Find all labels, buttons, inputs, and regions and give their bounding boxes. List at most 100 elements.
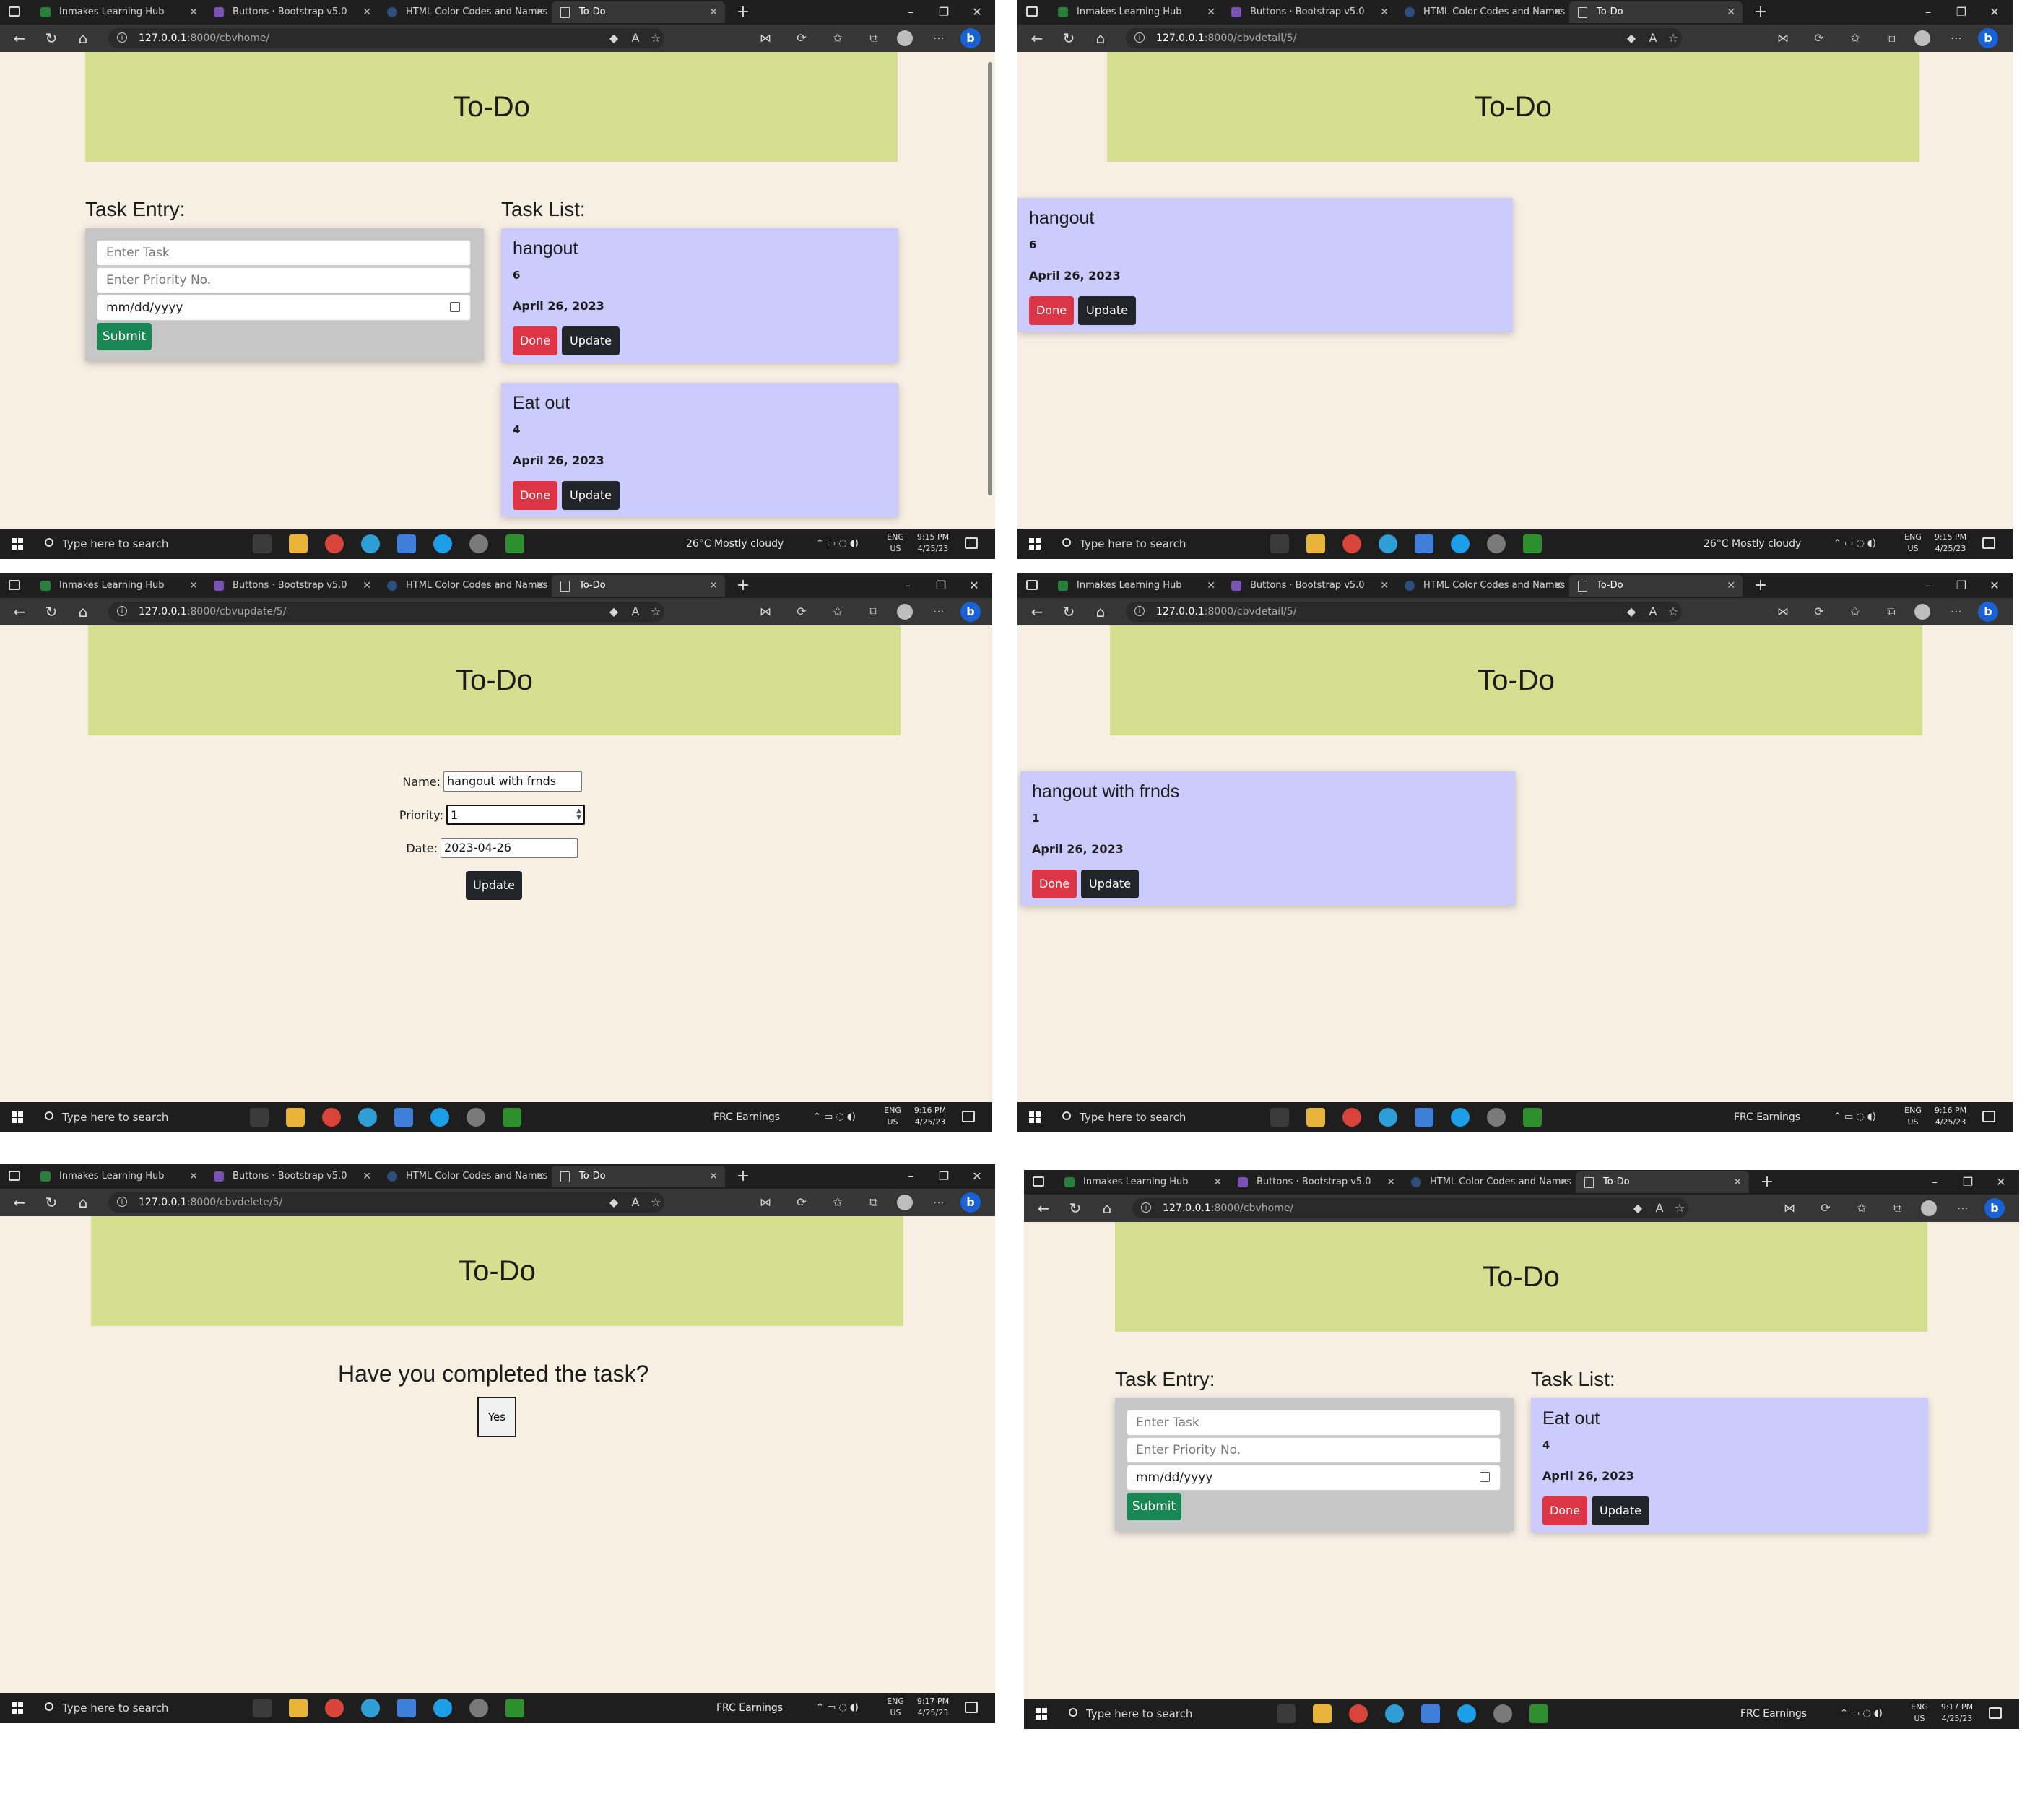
taskbar-search[interactable]: Type here to search <box>1058 529 1260 559</box>
sync-icon[interactable]: ⟳ <box>794 31 809 46</box>
tab-todo[interactable]: To-Do ✕ <box>1569 1 1743 23</box>
extension-icon[interactable]: ⋈ <box>1782 1201 1797 1216</box>
tab-actions-icon[interactable] <box>1026 6 1038 17</box>
favorite-icon[interactable]: ☆ <box>648 604 663 619</box>
task-input[interactable]: Enter Task <box>1127 1410 1501 1436</box>
close-tab-icon[interactable]: ✕ <box>189 1166 198 1187</box>
close-tab-icon[interactable]: ✕ <box>1380 1 1389 23</box>
collections-icon[interactable]: ⧉ <box>1884 604 1899 619</box>
tab-todo[interactable]: To-Do ✕ <box>1569 575 1743 597</box>
tag-icon[interactable]: ◆ <box>607 31 621 46</box>
store-icon[interactable] <box>1421 1704 1440 1723</box>
edge-icon[interactable] <box>1385 1704 1404 1723</box>
more-icon[interactable]: ⋯ <box>1949 604 1964 619</box>
tab-bootstrap[interactable]: Buttons · Bootstrap v5.0 ✕ <box>205 1166 378 1187</box>
favorites-icon[interactable]: ✩ <box>1848 31 1862 46</box>
tray-icons[interactable]: ⌃ ▭ ◌ ◖) <box>816 529 859 559</box>
back-icon[interactable]: ← <box>7 1189 32 1216</box>
read-aloud-icon[interactable]: A <box>1652 1201 1667 1216</box>
more-icon[interactable]: ⋯ <box>932 31 946 46</box>
store-icon[interactable] <box>394 1108 413 1127</box>
done-button[interactable]: Done <box>1029 296 1074 325</box>
pycharm-icon[interactable] <box>1523 534 1542 553</box>
more-icon[interactable]: ⋯ <box>932 604 946 619</box>
restore-button[interactable]: ❐ <box>924 573 958 598</box>
task-view-icon[interactable] <box>1277 1704 1296 1723</box>
new-tab-button[interactable]: + <box>1750 575 1771 597</box>
chrome-icon[interactable] <box>325 534 344 553</box>
tag-icon[interactable]: ◆ <box>1624 31 1639 46</box>
info-icon[interactable]: i <box>1134 32 1145 43</box>
windows-start-icon[interactable] <box>12 1112 23 1123</box>
close-tab-icon[interactable]: ✕ <box>363 1166 371 1187</box>
priority-input[interactable]: Enter Priority No. <box>97 267 471 293</box>
calendar-icon[interactable] <box>450 302 460 312</box>
skype-icon[interactable] <box>433 534 452 553</box>
close-tab-icon[interactable]: ✕ <box>1733 1171 1742 1193</box>
tab-html-colors[interactable]: HTML Color Codes and Names ✕ <box>378 1 552 23</box>
favorite-icon[interactable]: ☆ <box>648 31 663 46</box>
minimize-button[interactable]: – <box>894 1164 927 1189</box>
profile-avatar[interactable] <box>1914 30 1930 46</box>
skype-icon[interactable] <box>1457 1704 1476 1723</box>
news-widget[interactable]: FRC Earnings <box>716 1693 783 1723</box>
store-icon[interactable] <box>1415 534 1433 553</box>
extension-icon[interactable]: ⋈ <box>1776 604 1790 619</box>
pycharm-icon[interactable] <box>1523 1108 1542 1127</box>
bing-icon[interactable]: b <box>1984 1198 2005 1218</box>
priority-field[interactable]: 1 ▲ ▼ <box>446 805 585 825</box>
home-icon[interactable]: ⌂ <box>1095 1195 1119 1222</box>
submit-button[interactable]: Submit <box>1127 1493 1181 1520</box>
refresh-icon[interactable]: ↻ <box>1063 1195 1088 1222</box>
tab-actions-icon[interactable] <box>9 1171 20 1181</box>
tab-inmakes[interactable]: Inmakes Learning Hub ✕ <box>32 1166 205 1187</box>
tab-actions-icon[interactable] <box>1026 580 1038 590</box>
weather-widget[interactable]: 26°C Mostly cloudy <box>686 529 784 559</box>
close-tab-icon[interactable]: ✕ <box>189 1 198 23</box>
notification-icon[interactable] <box>965 1702 978 1713</box>
close-tab-icon[interactable]: ✕ <box>1207 1 1215 23</box>
scroll-thumb[interactable] <box>988 62 992 495</box>
favorite-icon[interactable]: ☆ <box>1672 1201 1687 1216</box>
restore-button[interactable]: ❐ <box>927 1164 960 1189</box>
clock[interactable]: 9:15 PM 4/25/23 <box>1929 532 1972 555</box>
window-close-button[interactable]: ✕ <box>958 573 991 598</box>
home-icon[interactable]: ⌂ <box>71 25 95 52</box>
clock[interactable]: 9:17 PM 4/25/23 <box>1935 1702 1979 1725</box>
close-tab-icon[interactable]: ✕ <box>536 575 544 597</box>
more-icon[interactable]: ⋯ <box>1949 31 1964 46</box>
store-icon[interactable] <box>1415 1108 1433 1127</box>
home-icon[interactable]: ⌂ <box>1088 598 1113 625</box>
file-explorer-icon[interactable] <box>286 1108 305 1127</box>
taskbar-search[interactable]: Type here to search <box>1058 1102 1260 1132</box>
tab-todo[interactable]: To-Do ✕ <box>552 575 725 597</box>
favorites-icon[interactable]: ✩ <box>1854 1201 1869 1216</box>
edge-icon[interactable] <box>1379 1108 1397 1127</box>
update-button[interactable]: Update <box>1592 1496 1649 1525</box>
close-tab-icon[interactable]: ✕ <box>709 1 718 23</box>
extension-icon[interactable]: ⋈ <box>758 31 773 46</box>
edge-icon[interactable] <box>361 534 380 553</box>
pycharm-icon[interactable] <box>506 534 524 553</box>
info-icon[interactable]: i <box>117 32 127 43</box>
file-explorer-icon[interactable] <box>1306 534 1325 553</box>
refresh-icon[interactable]: ↻ <box>39 598 64 625</box>
update-button[interactable]: Update <box>562 481 620 510</box>
sync-icon[interactable]: ⟳ <box>1812 31 1826 46</box>
close-tab-icon[interactable]: ✕ <box>709 1166 718 1187</box>
weather-widget[interactable]: 26°C Mostly cloudy <box>1704 529 1801 559</box>
profile-avatar[interactable] <box>1914 604 1930 620</box>
news-widget[interactable]: FRC Earnings <box>713 1102 780 1132</box>
favorites-icon[interactable]: ✩ <box>1848 604 1862 619</box>
tab-actions-icon[interactable] <box>9 6 20 17</box>
chrome-icon[interactable] <box>1349 1704 1368 1723</box>
tag-icon[interactable]: ◆ <box>607 604 621 619</box>
tab-bootstrap[interactable]: Buttons · Bootstrap v5.0 ✕ <box>1223 575 1396 597</box>
done-button[interactable]: Done <box>1542 1496 1587 1525</box>
minimize-button[interactable]: – <box>1912 573 1945 598</box>
tray-icons[interactable]: ⌃ ▭ ◌ ◖) <box>813 1102 856 1132</box>
favorites-icon[interactable]: ✩ <box>830 31 845 46</box>
profile-avatar[interactable] <box>897 30 913 46</box>
chrome-icon[interactable] <box>1342 534 1361 553</box>
task-view-icon[interactable] <box>253 534 272 553</box>
